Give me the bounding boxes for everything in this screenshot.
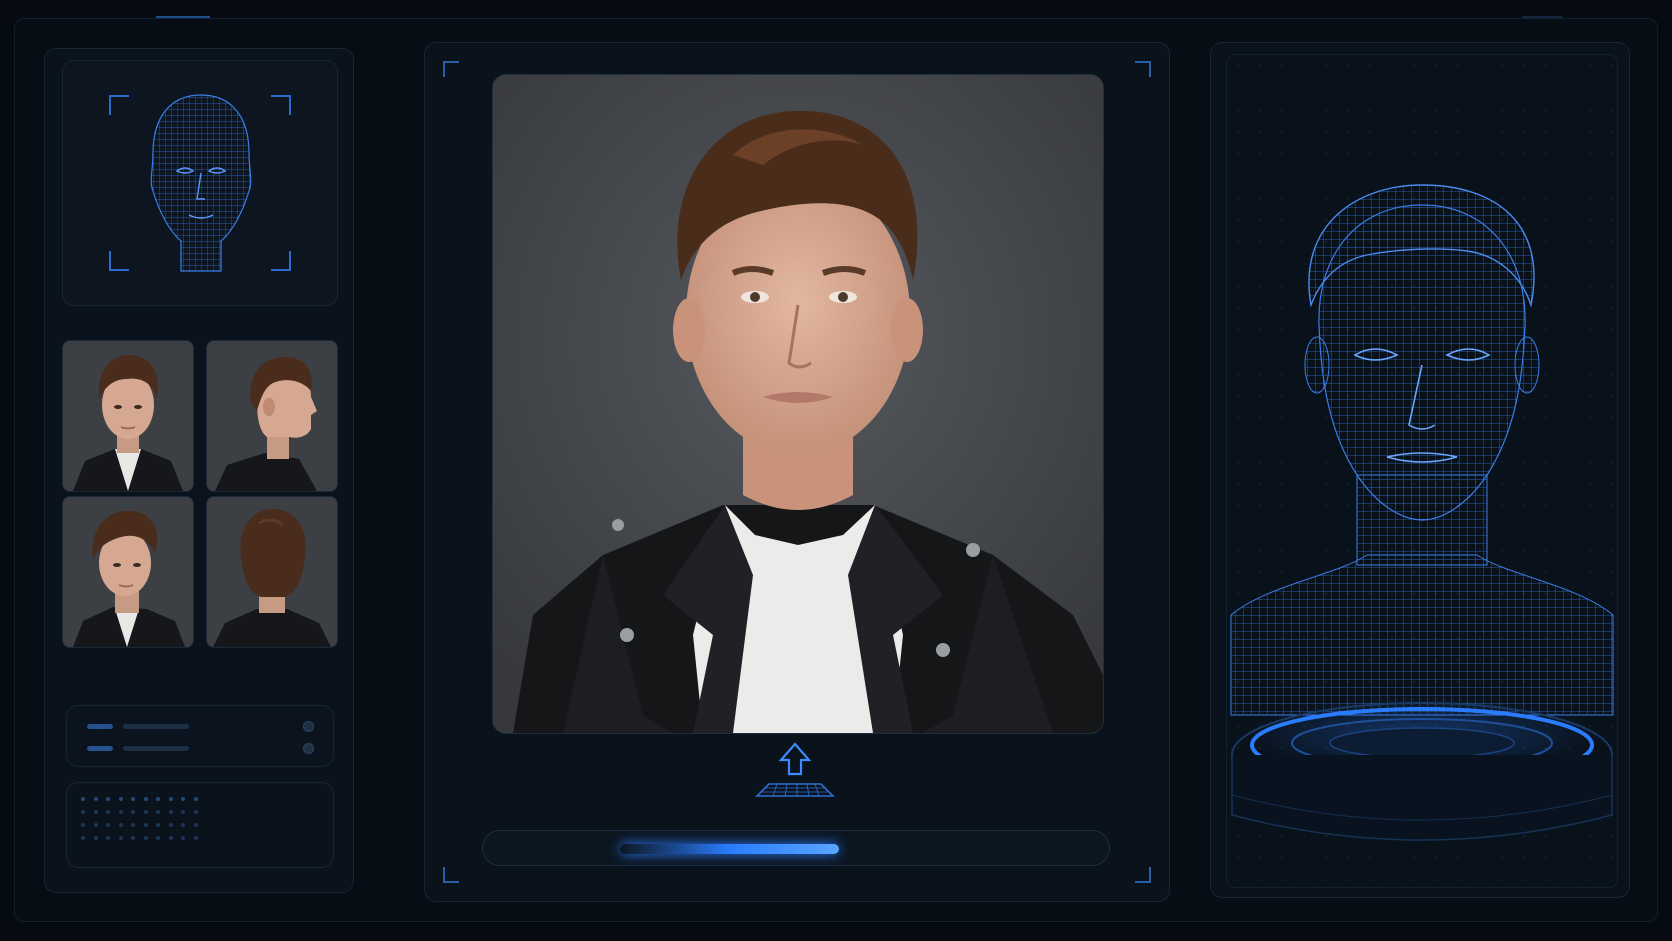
matrix-dot <box>81 823 85 827</box>
face-scan-card[interactable] <box>62 60 338 306</box>
matrix-dot <box>143 823 148 827</box>
matrix-dot <box>156 823 160 827</box>
matrix-dot <box>181 810 185 814</box>
matrix-dot <box>193 836 198 840</box>
control-indicator-1 <box>87 724 113 729</box>
frame-corner-tl <box>443 61 459 77</box>
matrix-dot <box>106 797 110 801</box>
portrait-back-thumbnail <box>207 497 337 647</box>
matrix-dot <box>106 836 110 840</box>
portrait-photo <box>493 75 1103 733</box>
matrix-dot <box>168 836 173 840</box>
matrix-dot <box>193 797 198 801</box>
matrix-dot <box>106 823 110 827</box>
matrix-dot <box>143 797 148 801</box>
thumbnail-profile[interactable] <box>206 340 338 492</box>
matrix-dot <box>81 836 85 840</box>
matrix-dot <box>181 797 185 801</box>
matrix-dot <box>93 797 98 801</box>
dot-matrix-card <box>66 782 334 868</box>
main-photo[interactable] <box>492 74 1104 734</box>
matrix-dot <box>131 836 135 840</box>
control-toggle-2[interactable] <box>303 743 314 754</box>
matrix-dot <box>131 810 135 814</box>
thumbnail-back[interactable] <box>206 496 338 648</box>
matrix-dot <box>93 836 98 840</box>
scan-corner-bl <box>109 251 129 271</box>
matrix-dot <box>181 836 185 840</box>
matrix-dot <box>118 810 123 814</box>
matrix-dot <box>168 823 173 827</box>
matrix-dot <box>156 836 160 840</box>
matrix-dot <box>81 797 85 801</box>
control-toggle-1[interactable] <box>303 721 314 732</box>
matrix-dot <box>93 810 98 814</box>
thumbnail-three-quarter[interactable] <box>62 496 194 648</box>
matrix-dot <box>131 797 135 801</box>
wireframe-face-icon <box>150 94 252 272</box>
matrix-dot <box>118 797 123 801</box>
portrait-front-thumbnail <box>63 341 193 491</box>
matrix-dot <box>106 810 110 814</box>
matrix-dot <box>156 797 160 801</box>
upload-button[interactable] <box>735 740 855 806</box>
matrix-dot <box>131 823 135 827</box>
matrix-dot <box>118 836 123 840</box>
matrix-dot <box>143 836 148 840</box>
wireframe-head-hologram <box>1230 184 1614 841</box>
scan-corner-tr <box>271 95 291 115</box>
matrix-dot <box>93 823 98 827</box>
thumbnail-grid <box>54 334 354 688</box>
control-indicator-2 <box>87 746 113 751</box>
top-accent-line <box>156 16 210 18</box>
matrix-dot <box>193 823 198 827</box>
matrix-dot <box>81 810 85 814</box>
matrix-dot <box>181 823 185 827</box>
control-bar-1[interactable] <box>123 724 189 729</box>
matrix-dot <box>168 797 173 801</box>
upload-arrow-icon <box>755 742 835 797</box>
top-accent-line-right <box>1522 16 1562 18</box>
portrait-profile-thumbnail <box>207 341 337 491</box>
frame-corner-br <box>1135 867 1151 883</box>
matrix-dot <box>156 810 160 814</box>
control-bar-2[interactable] <box>123 746 189 751</box>
hologram-viewer[interactable] <box>1226 54 1618 888</box>
thumbnail-front[interactable] <box>62 340 194 492</box>
matrix-dot <box>168 810 173 814</box>
controls-card <box>66 705 334 767</box>
matrix-dot <box>143 810 148 814</box>
progress-fill <box>620 844 839 854</box>
matrix-dot <box>118 823 123 827</box>
frame-corner-bl <box>443 867 459 883</box>
frame-corner-tr <box>1135 61 1151 77</box>
portrait-three-quarter-thumbnail <box>63 497 193 647</box>
scan-corner-br <box>271 251 291 271</box>
matrix-dot <box>193 810 198 814</box>
scan-corner-tl <box>109 95 129 115</box>
